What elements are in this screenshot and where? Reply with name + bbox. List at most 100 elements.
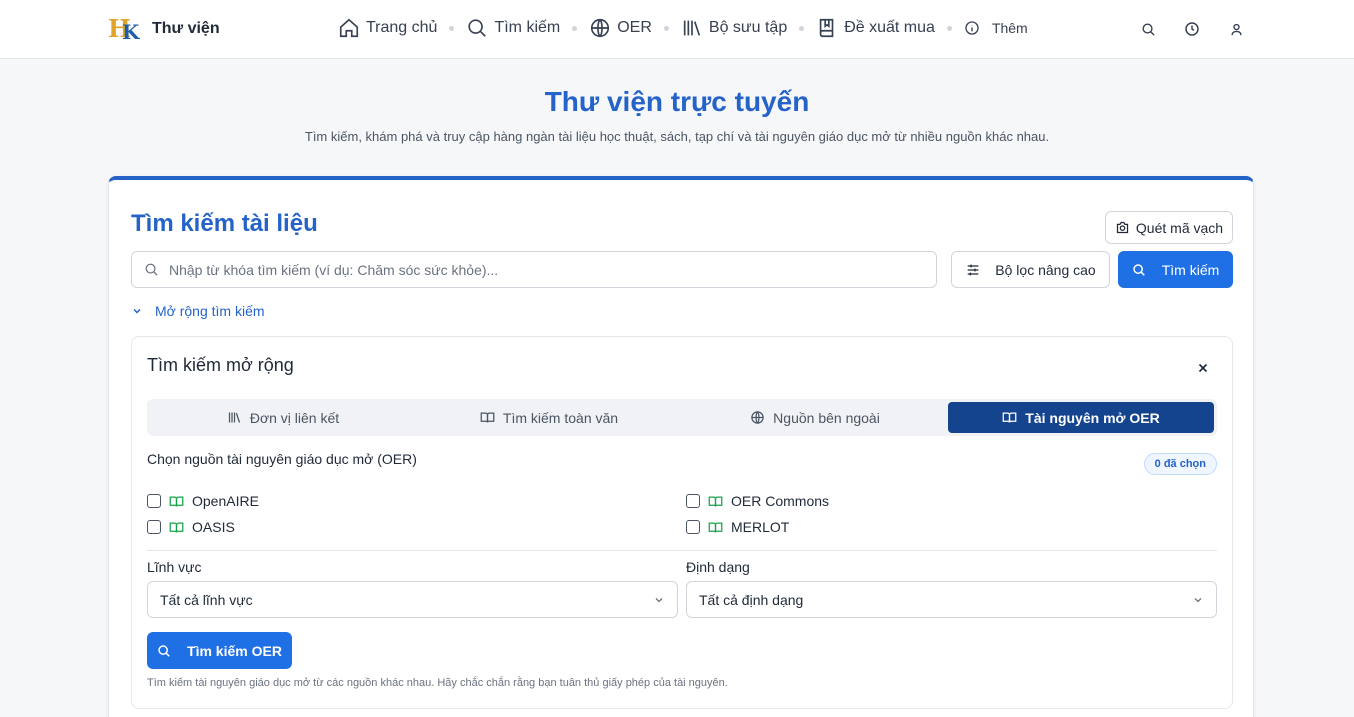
book-open-icon <box>169 496 184 507</box>
page-subtitle: Tìm kiếm, khám phá và truy cập hàng ngàn… <box>304 129 1050 144</box>
extended-search-panel: Tìm kiếm mở rộng Đơn vị liên kết Tìm kiế… <box>131 336 1233 709</box>
page-title: Thư viện trực tuyến <box>544 86 810 117</box>
checkbox[interactable] <box>686 494 700 508</box>
book-open-icon <box>1002 412 1017 423</box>
source-option-merlot[interactable]: MERLOT <box>686 519 789 535</box>
search-input[interactable] <box>169 261 909 278</box>
sliders-icon <box>967 264 979 275</box>
book-open-icon <box>169 522 184 533</box>
close-icon[interactable] <box>1196 361 1210 375</box>
nav-separator <box>572 25 578 31</box>
nav-item-search[interactable]: Tìm kiếm <box>466 17 560 39</box>
search-card: Tìm kiếm tài liệu Quét mã vạch Bộ lọc nâ… <box>108 176 1254 717</box>
search-button-label: Tìm kiếm <box>1161 261 1220 278</box>
nav-label-home: Trang chủ <box>366 19 438 36</box>
library-icon <box>683 20 701 36</box>
oer-search-button[interactable]: Tìm kiếm OER <box>147 632 292 669</box>
book-open-icon <box>480 412 495 423</box>
oer-search-button-label: Tìm kiếm OER <box>187 642 282 659</box>
selected-count-badge: 0 đã chọn <box>1143 453 1217 475</box>
history-icon <box>1185 22 1199 36</box>
header-user-button[interactable] <box>1227 20 1245 38</box>
nav-item-purchase-suggestion[interactable]: Đề xuất mua <box>816 17 935 39</box>
source-option-oasis[interactable]: OASIS <box>147 519 235 535</box>
brand[interactable]: HK Thư viện <box>108 14 220 44</box>
nav-separator <box>946 25 952 31</box>
book-open-icon <box>708 522 723 533</box>
barcode-scan-button[interactable]: Quét mã vạch <box>1105 211 1233 244</box>
chevron-down-icon <box>1194 597 1202 602</box>
home-icon <box>339 18 359 38</box>
extended-search-title: Tìm kiếm mở rộng <box>147 355 294 375</box>
book-open-icon <box>708 496 723 507</box>
nav-item-more[interactable]: Thêm <box>964 20 1028 36</box>
header-search-button[interactable] <box>1139 20 1157 38</box>
field-select-value: Tất cả lĩnh vực <box>160 591 253 608</box>
source-label: OpenAIRE <box>192 493 259 509</box>
search-card-title: Tìm kiếm tài liệu <box>131 210 318 237</box>
tab-label: Tìm kiếm toàn văn <box>502 409 619 426</box>
tab-oer-resources[interactable]: Tài nguyên mở OER <box>948 402 1214 433</box>
nav-separator <box>663 25 669 31</box>
nav-label-collections: Bộ sưu tập <box>708 19 788 36</box>
source-label: MERLOT <box>731 519 790 535</box>
globe-icon <box>751 411 764 424</box>
advanced-filter-label: Bộ lọc nâng cao <box>995 261 1096 278</box>
search-icon <box>1133 263 1145 276</box>
library-icon <box>228 412 240 423</box>
nav-item-oer[interactable]: OER <box>589 17 652 39</box>
oer-sources-label: Chọn nguồn tài nguyên giáo dục mở (OER) <box>147 451 417 467</box>
field-select[interactable]: Tất cả lĩnh vực <box>147 581 678 618</box>
checkbox[interactable] <box>686 520 700 534</box>
format-label: Định dạng <box>686 559 750 575</box>
info-icon <box>965 21 979 35</box>
tab-external-sources[interactable]: Nguồn bên ngoài <box>682 402 948 433</box>
tab-fulltext-search[interactable]: Tìm kiếm toàn văn <box>416 402 682 433</box>
main-nav: Trang chủ Tìm kiếm OER Bộ sưu tập Đề xuấ… <box>338 17 1028 39</box>
chevron-down-icon <box>133 308 141 314</box>
nav-item-home[interactable]: Trang chủ <box>338 17 437 39</box>
book-icon <box>819 18 834 38</box>
advanced-filter-button[interactable]: Bộ lọc nâng cao <box>951 251 1110 288</box>
search-icon <box>145 263 158 276</box>
source-option-openaire[interactable]: OpenAIRE <box>147 493 259 509</box>
chevron-down-icon <box>655 597 663 602</box>
nav-separator <box>799 25 805 31</box>
tab-linked-units[interactable]: Đơn vị liên kết <box>150 402 416 433</box>
search-box[interactable] <box>131 251 937 288</box>
format-select-value: Tất cả định dạng <box>699 591 804 608</box>
divider <box>147 550 1217 551</box>
extended-search-tabs: Đơn vị liên kết Tìm kiếm toàn văn Nguồn … <box>147 399 1217 436</box>
brand-logo: HK <box>108 14 140 44</box>
source-label: OER Commons <box>731 493 830 509</box>
tab-label: Nguồn bên ngoài <box>773 409 880 426</box>
top-navigation-bar: HK Thư viện Trang chủ Tìm kiếm OER Bộ sư… <box>0 0 1354 59</box>
nav-label-oer: OER <box>617 19 652 36</box>
nav-label-purchase-suggestion: Đề xuất mua <box>844 19 935 36</box>
checkbox[interactable] <box>147 520 161 534</box>
oer-license-note: Tìm kiếm tài nguyên giáo dục mở từ các n… <box>147 677 728 689</box>
header-history-button[interactable] <box>1183 20 1201 38</box>
search-icon <box>158 644 170 657</box>
nav-label-more: Thêm <box>991 20 1028 36</box>
search-icon <box>1142 23 1155 36</box>
user-icon <box>1230 23 1242 35</box>
barcode-scan-label: Quét mã vạch <box>1135 219 1224 236</box>
camera-icon <box>1116 221 1129 234</box>
brand-name: Thư viện <box>152 20 220 37</box>
search-icon <box>468 19 487 37</box>
source-label: OASIS <box>192 519 235 535</box>
nav-item-collections[interactable]: Bộ sưu tập <box>681 17 787 39</box>
tab-label: Tài nguyên mở OER <box>1025 409 1160 426</box>
nav-separator <box>449 25 455 31</box>
source-option-oer-commons[interactable]: OER Commons <box>686 493 829 509</box>
tab-label: Đơn vị liên kết <box>249 409 340 426</box>
search-button[interactable]: Tìm kiếm <box>1118 251 1233 288</box>
field-label: Lĩnh vực <box>147 559 202 575</box>
nav-label-search: Tìm kiếm <box>494 19 561 36</box>
format-select[interactable]: Tất cả định dạng <box>686 581 1217 618</box>
expand-search-label: Mở rộng tìm kiếm <box>155 303 265 319</box>
checkbox[interactable] <box>147 494 161 508</box>
globe-icon <box>591 18 610 38</box>
expand-search-toggle[interactable]: Mở rộng tìm kiếm <box>131 303 265 319</box>
